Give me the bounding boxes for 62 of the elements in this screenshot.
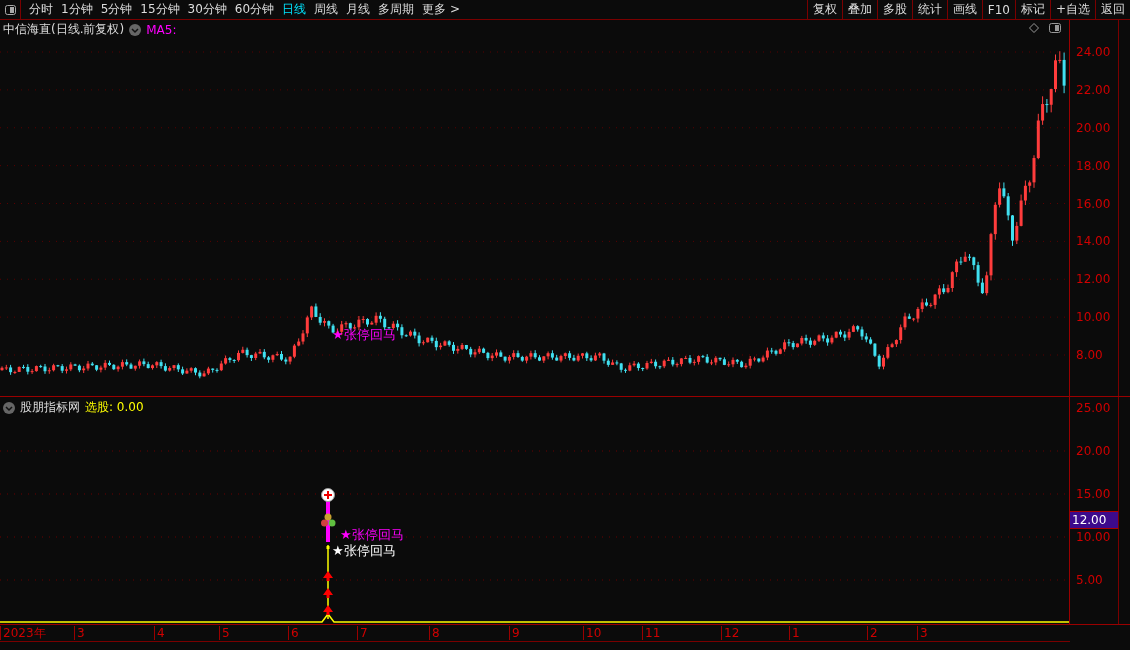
- axis-tick-label: 25.00: [1076, 401, 1111, 415]
- axis-tick-label: 20.00: [1076, 444, 1111, 458]
- axis-tick-label: 22.00: [1076, 82, 1111, 97]
- axis-tick-label: 12.00: [1076, 272, 1111, 287]
- signal-label: ★张停回马: [340, 526, 404, 544]
- period-tab[interactable]: 日线: [278, 1, 311, 18]
- period-tab[interactable]: 月线: [342, 1, 375, 18]
- toolbar-button[interactable]: 多股: [876, 0, 912, 19]
- time-axis-label: 2: [867, 626, 878, 640]
- time-axis-label: 12: [721, 626, 740, 640]
- period-tab[interactable]: 5分钟: [96, 1, 137, 18]
- axis-tick-label: 20.00: [1076, 120, 1111, 135]
- period-tab[interactable]: 多周期: [374, 1, 419, 18]
- period-tab[interactable]: 更多 >: [418, 1, 464, 18]
- period-tab[interactable]: 1分钟: [57, 1, 97, 18]
- toolbar-button[interactable]: 标记: [1014, 0, 1050, 19]
- toolbar-button[interactable]: F10: [981, 0, 1015, 19]
- period-tab[interactable]: 分时: [25, 1, 57, 18]
- ma-label: MA5:: [146, 22, 177, 37]
- axis-tick-label: 24.00: [1076, 45, 1111, 59]
- axis-tick-label: 14.00: [1076, 234, 1111, 249]
- diamond-icon[interactable]: [1029, 23, 1039, 33]
- panel-toggle-icon[interactable]: [4, 4, 16, 15]
- period-tab[interactable]: 15分钟: [136, 1, 184, 18]
- time-axis-label: 11: [642, 626, 661, 640]
- toolbar-button[interactable]: 画线: [946, 0, 982, 19]
- indicator-title: 股朋指标网: [20, 399, 80, 416]
- axis-tick-label: 10.00: [1076, 310, 1111, 325]
- time-axis-label: 7: [357, 626, 368, 640]
- time-axis-label: 5: [219, 626, 230, 640]
- axis-tick-label: 8.00: [1076, 348, 1103, 362]
- toolbar-button[interactable]: 统计: [911, 0, 947, 19]
- time-axis-label: 3: [917, 626, 928, 640]
- indicator-value: 选股: 0.00: [85, 399, 144, 416]
- axis-tick-label: 18.00: [1076, 158, 1111, 173]
- balls-icon: [321, 513, 336, 527]
- period-tab[interactable]: 30分钟: [183, 1, 231, 18]
- current-value-label: 12.00: [1070, 510, 1118, 529]
- chart-title: 中信海直(日线.前复权): [3, 21, 125, 38]
- time-axis-label: 1: [789, 626, 800, 640]
- axis-tick-label: 10.00: [1076, 530, 1111, 544]
- toolbar-button[interactable]: 叠加: [841, 0, 877, 19]
- time-axis-label: 4: [154, 626, 165, 640]
- period-tab[interactable]: 60分钟: [230, 1, 279, 18]
- time-axis-label: 2023年: [0, 626, 46, 640]
- panel-toggle-icon[interactable]: [1049, 23, 1061, 33]
- time-axis-label: 10: [583, 626, 602, 640]
- dropdown-icon[interactable]: [129, 23, 142, 36]
- axis-tick-label: 16.00: [1076, 196, 1111, 211]
- time-axis-label: 3: [74, 626, 85, 640]
- time-axis-label: 8: [429, 626, 440, 640]
- toolbar-button[interactable]: 复权: [806, 0, 842, 19]
- axis-tick-label: 5.00: [1076, 573, 1103, 587]
- period-tab[interactable]: 周线: [310, 1, 343, 18]
- plus-circle-icon: [321, 488, 335, 502]
- time-axis-label: 6: [288, 626, 299, 640]
- signal-label: ★张停回马: [332, 542, 396, 560]
- dropdown-icon[interactable]: [3, 401, 15, 414]
- time-axis-label: 9: [509, 626, 520, 640]
- toolbar-button[interactable]: 返回: [1095, 0, 1130, 19]
- toolbar-button[interactable]: +自选: [1049, 0, 1095, 19]
- axis-tick-label: 15.00: [1076, 487, 1111, 501]
